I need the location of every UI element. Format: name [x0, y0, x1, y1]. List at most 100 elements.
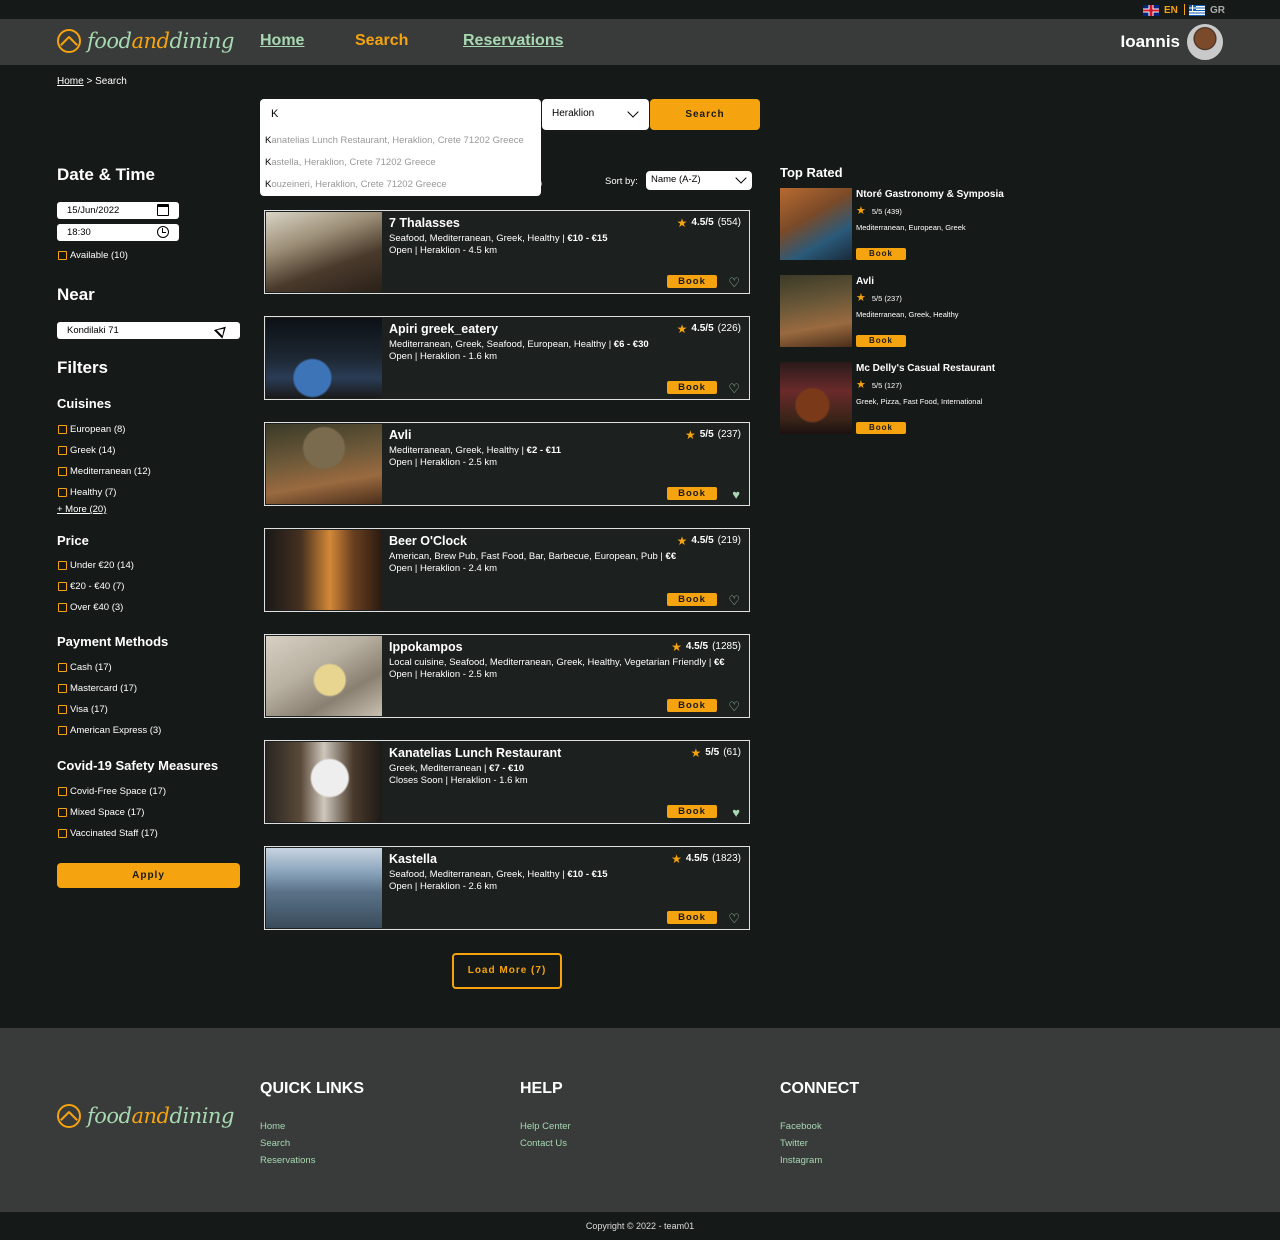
payment-checkbox[interactable]: Mastercard (17) [58, 683, 137, 694]
top-rated-photo[interactable] [780, 362, 852, 434]
footer-link-twitter[interactable]: Twitter [780, 1138, 808, 1149]
date-field[interactable]: 15/Jun/2022 [57, 202, 179, 219]
cuisine-checkbox[interactable]: European (8) [58, 424, 125, 435]
restaurant-card[interactable]: Ippokampos Local cuisine, Seafood, Medite… [264, 634, 750, 718]
heart-icon[interactable]: ♥ [732, 806, 740, 819]
heart-icon[interactable]: ♡ [728, 276, 740, 289]
heart-icon[interactable]: ♡ [728, 594, 740, 607]
book-button[interactable]: Book [667, 275, 717, 288]
cuisine-checkbox[interactable]: Healthy (7) [58, 487, 116, 498]
footer-link-instagram[interactable]: Instagram [780, 1155, 822, 1166]
payment-checkbox[interactable]: American Express (3) [58, 725, 161, 736]
payment-checkbox[interactable]: Visa (17) [58, 704, 108, 715]
time-field[interactable]: 18:30 [57, 224, 179, 241]
price-checkbox[interactable]: Over €40 (3) [58, 602, 123, 613]
footer-link-contact[interactable]: Contact Us [520, 1138, 567, 1149]
price-checkbox[interactable]: €20 - €40 (7) [58, 581, 124, 592]
nav-home[interactable]: Home [260, 32, 304, 50]
city-select[interactable]: Heraklion [542, 99, 649, 130]
suggestion-item[interactable]: Kouzeineri, Heraklion, Crete 71202 Greec… [265, 179, 447, 190]
restaurant-card[interactable]: Apiri greek_eatery Mediterranean, Greek, … [264, 316, 750, 400]
heart-icon[interactable]: ♡ [728, 700, 740, 713]
nav-reservations[interactable]: Reservations [463, 32, 564, 50]
payment-checkbox[interactable]: Cash (17) [58, 662, 112, 673]
location-arrow-icon[interactable] [213, 322, 231, 339]
book-button[interactable]: Book [856, 422, 906, 434]
top-rated-name[interactable]: Avli [856, 276, 874, 287]
cuisine-checkbox[interactable]: Greek (14) [58, 445, 115, 456]
restaurant-photo[interactable] [266, 318, 382, 398]
restaurant-photo[interactable] [266, 848, 382, 928]
search-input[interactable]: K [260, 99, 541, 130]
book-button[interactable]: Book [667, 593, 717, 606]
cuisine-checkbox[interactable]: Mediterranean (12) [58, 466, 151, 477]
footer-link-facebook[interactable]: Facebook [780, 1121, 822, 1132]
restaurant-name[interactable]: Kastella [389, 852, 437, 866]
avatar[interactable] [1187, 24, 1223, 60]
top-rated-name[interactable]: Mc Delly's Casual Restaurant [856, 363, 995, 374]
heart-icon[interactable]: ♡ [728, 382, 740, 395]
more-cuisines-link[interactable]: + More (20) [57, 504, 106, 515]
restaurant-card[interactable]: Kanatelias Lunch Restaurant Greek, Medite… [264, 740, 750, 824]
footer-link-home[interactable]: Home [260, 1121, 285, 1132]
heart-icon[interactable]: ♡ [728, 912, 740, 925]
restaurant-card[interactable]: Beer O'Clock American, Brew Pub, Fast Foo… [264, 528, 750, 612]
restaurant-rating: ★ 5/5 (61) [690, 745, 741, 760]
top-rated-photo[interactable] [780, 188, 852, 260]
restaurant-photo[interactable] [266, 212, 382, 292]
search-button[interactable]: Search [650, 99, 760, 130]
clock-icon[interactable] [157, 226, 169, 238]
restaurant-card[interactable]: Avli Mediterranean, Greek, Healthy | €2 -… [264, 422, 750, 506]
site-header: foodanddining Home Search Reservations I… [0, 19, 1280, 65]
apply-button[interactable]: Apply [57, 863, 240, 888]
restaurant-photo[interactable] [266, 530, 382, 610]
restaurant-photo[interactable] [266, 424, 382, 504]
user-name[interactable]: Ioannis [1120, 32, 1180, 52]
top-rated-photo[interactable] [780, 275, 852, 347]
restaurant-name[interactable]: Ippokampos [389, 640, 463, 654]
restaurant-categories: Seafood, Mediterranean, Greek, Healthy |… [389, 233, 608, 244]
restaurant-rating: ★ 4.5/5 (554) [676, 215, 741, 230]
covid-checkbox[interactable]: Vaccinated Staff (17) [58, 828, 158, 839]
heart-icon[interactable]: ♥ [732, 488, 740, 501]
language-en[interactable]: EN [1143, 3, 1178, 17]
footer-link-search[interactable]: Search [260, 1138, 290, 1149]
breadcrumb-home[interactable]: Home [57, 76, 84, 87]
available-checkbox[interactable]: Available (10) [58, 250, 128, 261]
book-button[interactable]: Book [856, 335, 906, 347]
restaurant-name[interactable]: Avli [389, 428, 411, 442]
book-button[interactable]: Book [667, 911, 717, 924]
restaurant-name[interactable]: 7 Thalasses [389, 216, 460, 230]
site-logo[interactable]: foodanddining [57, 29, 234, 53]
near-field[interactable]: Kondilaki 71 [57, 322, 240, 339]
suggestion-item[interactable]: Kanatelias Lunch Restaurant, Heraklion, … [265, 135, 524, 146]
covid-checkbox[interactable]: Mixed Space (17) [58, 807, 144, 818]
nav-search[interactable]: Search [355, 32, 408, 50]
book-button[interactable]: Book [667, 381, 717, 394]
restaurant-name[interactable]: Beer O'Clock [389, 534, 467, 548]
book-button[interactable]: Book [667, 805, 717, 818]
sort-select[interactable]: Name (A-Z) [646, 171, 752, 190]
book-button[interactable]: Book [667, 487, 717, 500]
book-button[interactable]: Book [856, 248, 906, 260]
price-checkbox[interactable]: Under €20 (14) [58, 560, 134, 571]
language-gr[interactable]: GR [1189, 3, 1225, 17]
load-more-button[interactable]: Load More (7) [452, 953, 562, 989]
top-rated-name[interactable]: Ntoré Gastronomy & Symposia [856, 189, 1004, 200]
restaurant-photo[interactable] [266, 636, 382, 716]
restaurant-photo[interactable] [266, 742, 382, 822]
footer-link-reservations[interactable]: Reservations [260, 1155, 315, 1166]
footer-link-help-center[interactable]: Help Center [520, 1121, 571, 1132]
restaurant-name[interactable]: Apiri greek_eatery [389, 322, 498, 336]
restaurant-name[interactable]: Kanatelias Lunch Restaurant [389, 746, 561, 760]
suggestion-item[interactable]: Kastella, Heraklion, Crete 71202 Greece [265, 157, 436, 168]
book-button[interactable]: Book [667, 699, 717, 712]
breadcrumb-current: Search [95, 76, 127, 87]
footer-logo[interactable]: foodanddining [57, 1104, 234, 1128]
calendar-icon[interactable] [157, 204, 169, 216]
restaurant-categories: Seafood, Mediterranean, Greek, Healthy |… [389, 869, 608, 880]
restaurant-card[interactable]: Kastella Seafood, Mediterranean, Greek, H… [264, 846, 750, 930]
restaurant-status: Open | Heraklion - 2.6 km [389, 881, 498, 892]
covid-checkbox[interactable]: Covid-Free Space (17) [58, 786, 166, 797]
restaurant-card[interactable]: 7 Thalasses Seafood, Mediterranean, Greek… [264, 210, 750, 294]
